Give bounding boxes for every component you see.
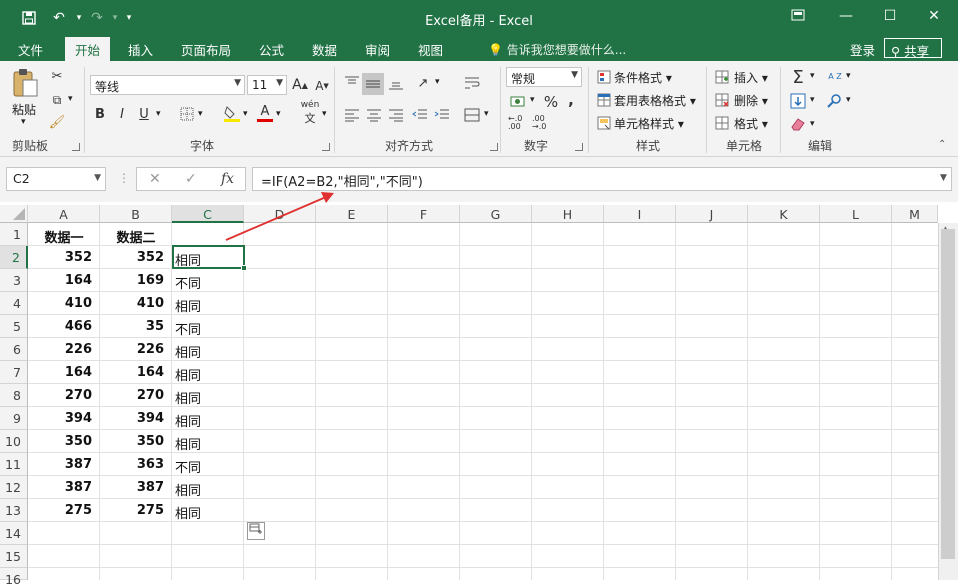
annotation-arrow [225, 192, 334, 241]
